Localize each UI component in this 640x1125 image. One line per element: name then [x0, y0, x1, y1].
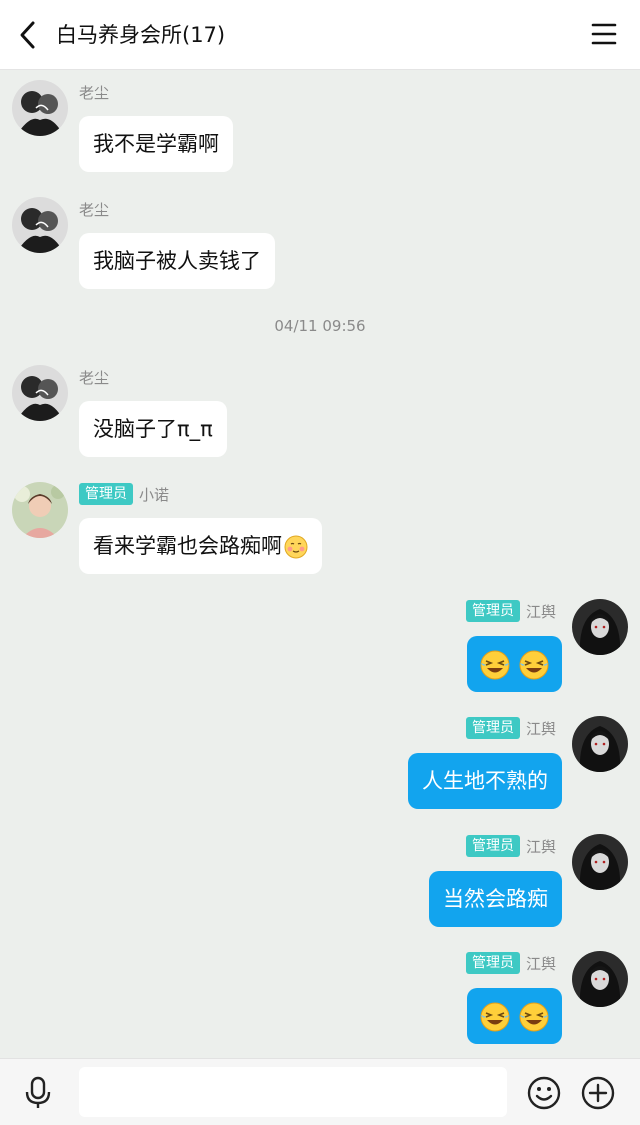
bw-manga-couple-avatar: [12, 197, 68, 253]
sender-meta: 老尘: [79, 365, 109, 389]
dark-anime-girl-avatar: [572, 834, 628, 890]
message-list[interactable]: 老尘 我不是学霸啊 老尘 我脑子被人卖钱了 04/11 09:56 老尘 没脑子…: [0, 70, 640, 1058]
sender-name: 小诺: [139, 485, 170, 504]
group-title: 白马养身会所(17): [56, 23, 226, 47]
sender-meta: 管理员 小诺: [79, 482, 169, 506]
message-text: 人生地不熟的: [422, 769, 548, 793]
avatar[interactable]: [572, 951, 628, 1007]
message-text: 我脑子被人卖钱了: [93, 249, 261, 273]
message-item: 管理员 江舆: [0, 599, 640, 699]
sender-name: 江舆: [525, 837, 556, 856]
message-item: 老尘 我不是学霸啊: [0, 80, 640, 180]
message-item: 管理员 江舆 人生地不熟的: [0, 716, 640, 816]
message-bubble[interactable]: 看来学霸也会路痴啊: [79, 518, 322, 574]
timestamp: 04/11 09:56: [274, 317, 366, 335]
admin-badge: 管理员: [465, 835, 520, 857]
admin-badge: 管理员: [465, 717, 520, 739]
message-bubble[interactable]: [467, 636, 562, 692]
girl-photo-avatar: [12, 482, 68, 538]
sender-meta: 老尘: [79, 80, 109, 104]
sender-name: 江舆: [525, 719, 556, 738]
laugh-cry-emoji: [480, 650, 510, 680]
bw-manga-couple-avatar: [12, 365, 68, 421]
message-bubble[interactable]: [467, 988, 562, 1044]
sender-name: 老尘: [79, 368, 110, 387]
avatar[interactable]: [572, 716, 628, 772]
smiley-icon: [527, 1076, 561, 1110]
message-bubble[interactable]: 我不是学霸啊: [79, 116, 233, 172]
message-bubble[interactable]: 人生地不熟的: [408, 753, 562, 809]
message-bubble[interactable]: 我脑子被人卖钱了: [79, 233, 275, 289]
message-item: 管理员 江舆: [0, 951, 640, 1051]
dark-anime-girl-avatar: [572, 716, 628, 772]
bw-manga-couple-avatar: [12, 80, 68, 136]
chat-header: 白马养身会所(17): [0, 0, 640, 70]
avatar[interactable]: [572, 834, 628, 890]
sender-meta: 管理员 江舆: [465, 716, 556, 740]
dark-anime-girl-avatar: [572, 599, 628, 655]
admin-badge: 管理员: [465, 952, 520, 974]
message-item: 管理员 江舆 当然会路痴: [0, 834, 640, 934]
avatar[interactable]: [12, 80, 68, 136]
laugh-cry-emoji: [519, 1002, 549, 1032]
message-item: 老尘 我脑子被人卖钱了: [0, 197, 640, 297]
avatar[interactable]: [572, 599, 628, 655]
more-button[interactable]: [578, 1073, 618, 1113]
sender-meta: 管理员 江舆: [465, 951, 556, 975]
avatar[interactable]: [12, 197, 68, 253]
sender-name: 老尘: [79, 83, 110, 102]
back-button[interactable]: [10, 16, 46, 54]
emoji-button[interactable]: [524, 1073, 564, 1113]
voice-button[interactable]: [18, 1073, 58, 1113]
menu-button[interactable]: [590, 20, 618, 48]
admin-badge: 管理员: [465, 600, 520, 622]
message-text: 当然会路痴: [443, 887, 548, 911]
message-bubble[interactable]: 没脑子了π_π: [79, 401, 227, 457]
hamburger-icon: [591, 23, 617, 45]
shy-smile-emoji: [284, 535, 308, 559]
plus-circle-icon: [581, 1076, 615, 1110]
message-item: 管理员 小诺 看来学霸也会路痴啊: [0, 482, 640, 582]
laugh-cry-emoji: [519, 650, 549, 680]
admin-badge: 管理员: [79, 483, 133, 505]
message-bubble[interactable]: 当然会路痴: [429, 871, 562, 927]
input-bar: [0, 1058, 640, 1125]
message-input[interactable]: [79, 1067, 507, 1117]
sender-name: 江舆: [525, 954, 556, 973]
laugh-cry-emoji: [480, 1002, 510, 1032]
sender-name: 江舆: [525, 602, 556, 621]
message-text: 我不是学霸啊: [93, 132, 219, 156]
sender-name: 老尘: [79, 200, 110, 219]
sender-meta: 管理员 江舆: [465, 599, 556, 623]
avatar[interactable]: [12, 365, 68, 421]
dark-anime-girl-avatar: [572, 951, 628, 1007]
avatar[interactable]: [12, 482, 68, 538]
sender-meta: 管理员 江舆: [465, 834, 556, 858]
message-item: 老尘 没脑子了π_π: [0, 365, 640, 465]
microphone-icon: [25, 1076, 51, 1108]
chevron-left-icon: [20, 21, 35, 49]
message-text: 看来学霸也会路痴啊: [93, 534, 282, 558]
message-text: 没脑子了π_π: [93, 417, 213, 441]
sender-meta: 老尘: [79, 197, 109, 221]
